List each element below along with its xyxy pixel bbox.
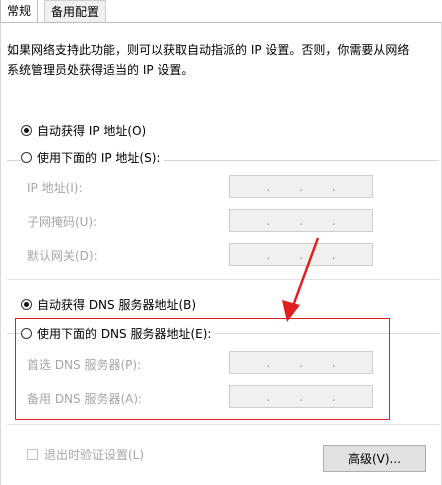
validate-on-exit-label: 退出时验证设置(L) [44,448,145,462]
validate-on-exit-checkbox[interactable] [27,449,38,460]
advanced-button[interactable]: 高级(V)... [323,445,426,472]
annotation-arrow-icon [282,237,320,322]
validate-on-exit-option[interactable]: 退出时验证设置(L) [27,446,144,463]
